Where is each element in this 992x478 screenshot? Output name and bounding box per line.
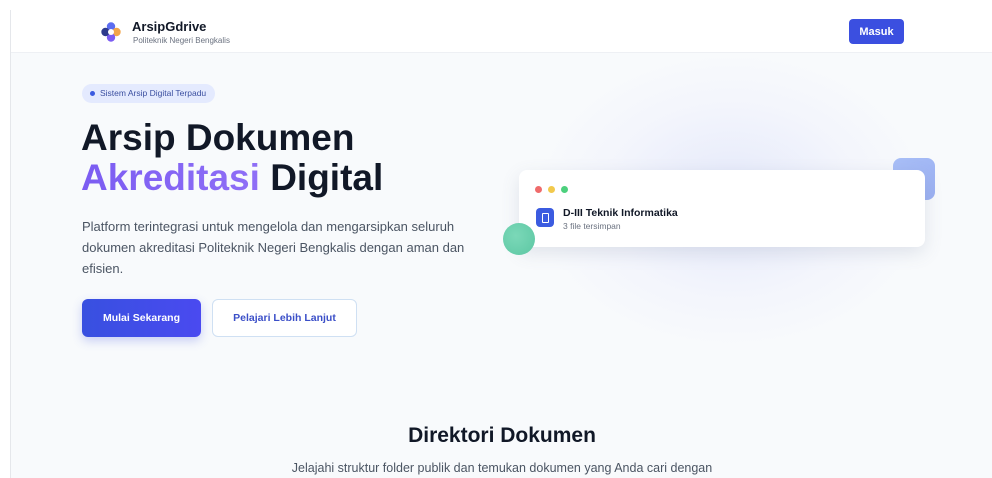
hero-title-accent: Akreditasi bbox=[81, 157, 260, 198]
badge-dot-icon bbox=[90, 91, 95, 96]
folder-icon bbox=[536, 208, 554, 227]
top-navbar: ArsipGdrive Politeknik Negeri Bengkalis … bbox=[11, 10, 992, 53]
hero-title-rest: Digital bbox=[259, 157, 384, 198]
start-button[interactable]: Mulai Sekarang bbox=[82, 299, 201, 337]
folder-file-count: 3 file tersimpan bbox=[563, 221, 621, 231]
folder-name: D-III Teknik Informatika bbox=[563, 207, 678, 219]
window-dot-yellow-icon bbox=[548, 186, 555, 193]
directory-subtitle: Jelajahi struktur folder publik dan temu… bbox=[291, 461, 713, 475]
hero-title-line2: Akreditasi Digital bbox=[81, 158, 383, 198]
window-dot-red-icon bbox=[535, 186, 542, 193]
brand-title[interactable]: ArsipGdrive bbox=[132, 19, 206, 34]
hero-badge: Sistem Arsip Digital Terpadu bbox=[82, 84, 216, 103]
learn-more-button[interactable]: Pelajari Lebih Lanjut bbox=[212, 299, 357, 337]
hero-title-line1: Arsip Dokumen bbox=[81, 117, 355, 158]
brand-subtitle: Politeknik Negeri Bengkalis bbox=[133, 36, 230, 45]
flower-logo-icon[interactable] bbox=[101, 22, 121, 42]
directory-title: Direktori Dokumen bbox=[408, 424, 596, 447]
login-button[interactable]: Masuk bbox=[849, 19, 904, 44]
badge-label: Sistem Arsip Digital Terpadu bbox=[100, 88, 207, 98]
page-frame: ArsipGdrive Politeknik Negeri Bengkalis … bbox=[10, 10, 992, 478]
window-dot-green-icon bbox=[561, 186, 568, 193]
decorative-circle bbox=[503, 223, 535, 255]
hero-description: Platform terintegrasi untuk mengelola da… bbox=[82, 219, 465, 276]
folder-preview-card: D-III Teknik Informatika 3 file tersimpa… bbox=[519, 170, 925, 247]
